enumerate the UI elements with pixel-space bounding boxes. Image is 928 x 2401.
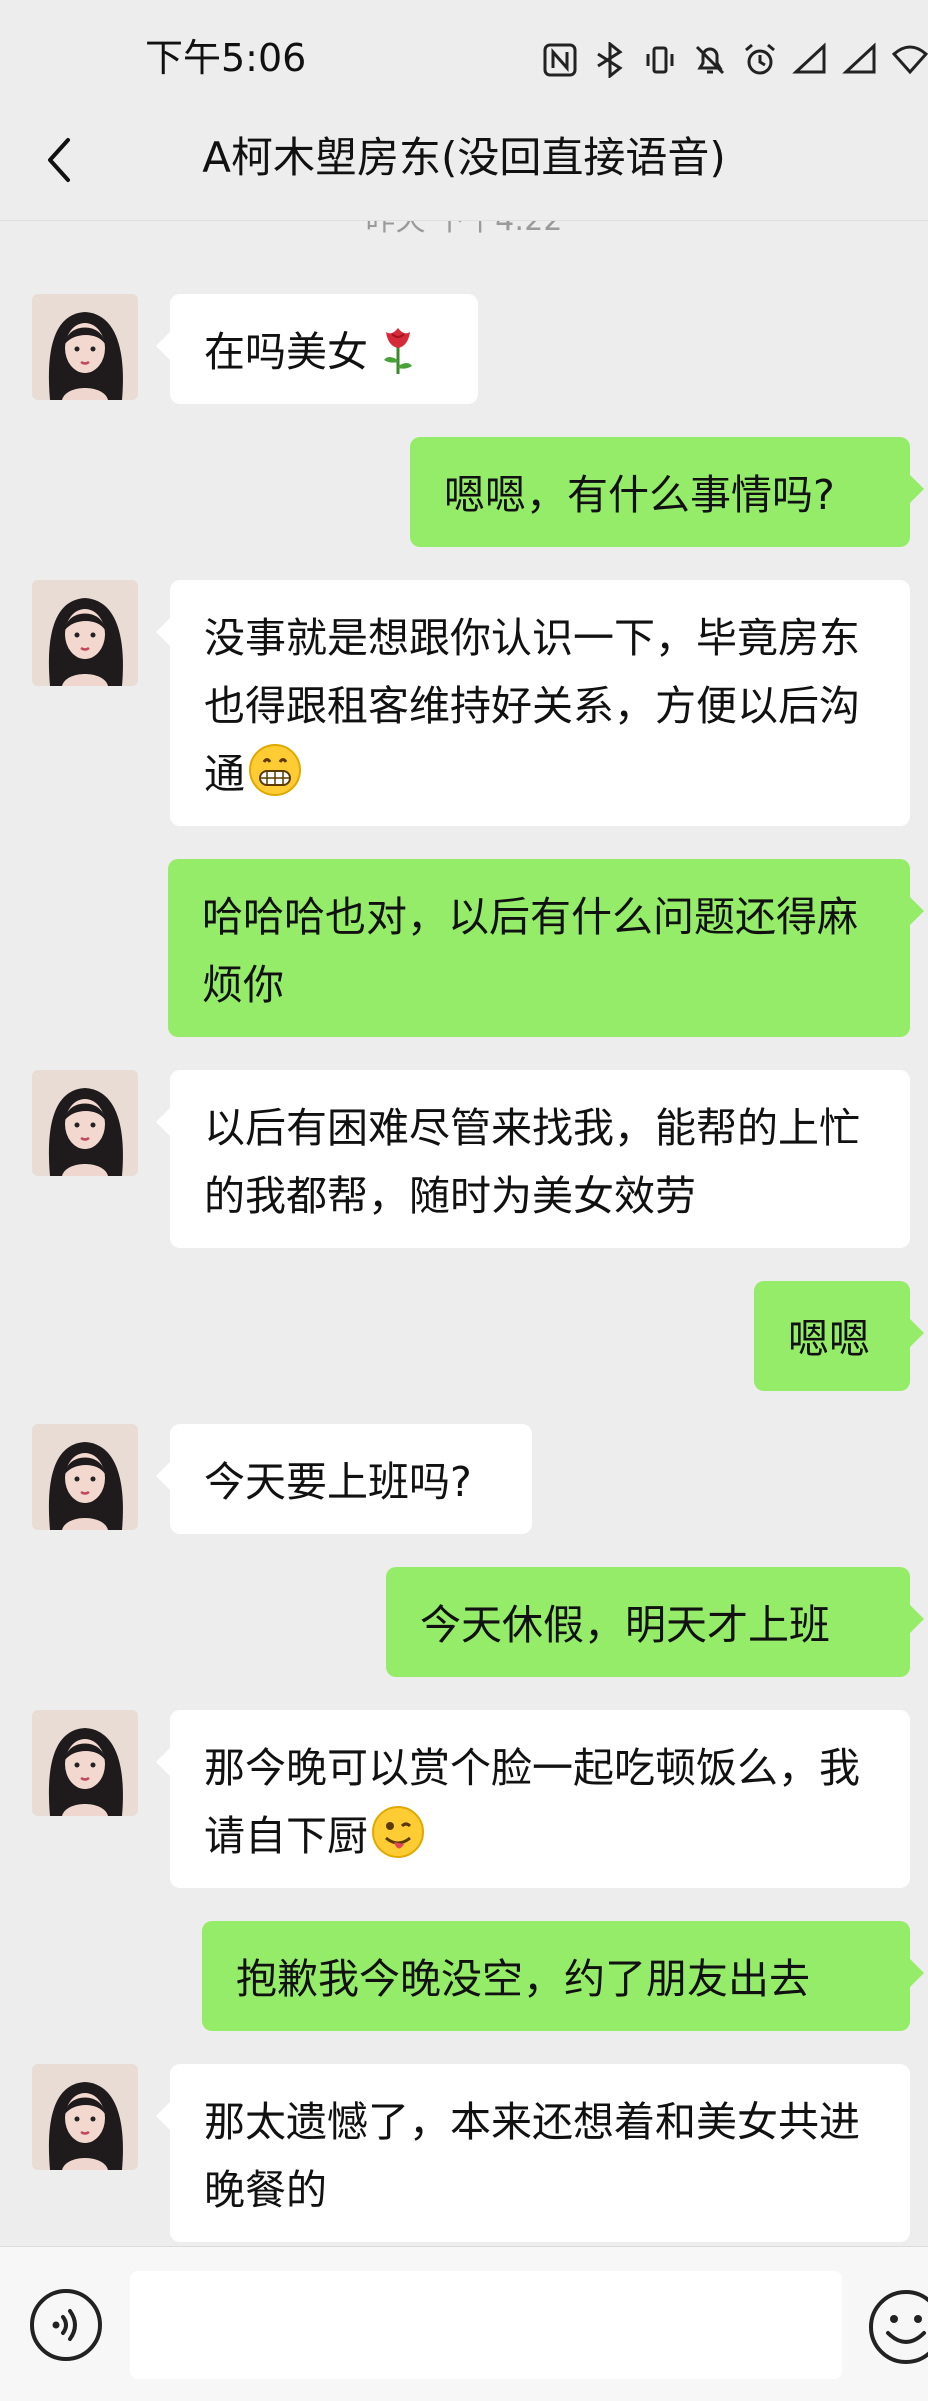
message-text: 今天要上班吗? (204, 1458, 472, 1506)
contact-avatar[interactable] (32, 1070, 138, 1176)
message-list[interactable]: 昨天 下午4:22 在吗美女 嗯嗯，有什么事情吗? (0, 221, 928, 2246)
message-bubble-incoming[interactable]: 那太遗憾了，本来还想着和美女共进晚餐的 (156, 2064, 910, 2242)
message-text: 嗯嗯，有什么事情吗? (444, 471, 835, 519)
alarm-icon (742, 42, 778, 78)
status-icons (528, 38, 928, 82)
message-text: 在吗美女 (204, 328, 368, 376)
message-text: 以后有困难尽管来找我，能帮的上忙的我都帮，随时为美女效劳 (204, 1104, 860, 1220)
contact-avatar[interactable] (32, 2064, 138, 2170)
message-text: 那太遗憾了，本来还想着和美女共进晚餐的 (204, 2098, 860, 2214)
message-bubble-incoming[interactable]: 以后有困难尽管来找我，能帮的上忙的我都帮，随时为美女效劳 (156, 1070, 910, 1248)
emoji-icon (869, 2290, 928, 2364)
contact-avatar[interactable] (32, 1710, 138, 1816)
input-bar (0, 2246, 928, 2401)
message-input[interactable] (130, 2271, 842, 2379)
rose-emoji-icon (370, 320, 426, 376)
message-bubble-incoming[interactable]: 没事就是想跟你认识一下，毕竟房东也得跟租客维持好关系，方便以后沟通 (156, 580, 910, 826)
message-bubble-incoming[interactable]: 在吗美女 (156, 294, 478, 404)
nfc-icon (542, 42, 578, 78)
grin-emoji-icon (247, 742, 303, 798)
wink-tongue-emoji-icon (370, 1804, 426, 1860)
message-text: 哈哈哈也对，以后有什么问题还得麻烦你 (202, 893, 858, 1009)
title-bar: A柯木塱房东(没回直接语音) (0, 100, 928, 221)
voice-icon (30, 2289, 102, 2361)
signal-icon-2 (842, 42, 878, 78)
message-bubble-incoming[interactable]: 今天要上班吗? (156, 1424, 532, 1534)
contact-avatar[interactable] (32, 1424, 138, 1530)
message-bubble-outgoing[interactable]: 嗯嗯 (754, 1281, 924, 1391)
message-bubble-outgoing[interactable]: 嗯嗯，有什么事情吗? (410, 437, 924, 547)
message-text: 今天休假，明天才上班 (420, 1601, 830, 1649)
bluetooth-icon (592, 42, 628, 78)
message-text: 抱歉我今晚没空，约了朋友出去 (236, 1955, 810, 2003)
status-time: 下午5:06 (145, 36, 307, 80)
message-text: 嗯嗯 (788, 1315, 870, 1363)
vibrate-icon (642, 42, 678, 78)
message-text: 那今晚可以赏个脸一起吃顿饭么，我请自下厨 (204, 1744, 860, 1860)
message-bubble-outgoing[interactable]: 哈哈哈也对，以后有什么问题还得麻烦你 (168, 859, 924, 1037)
mute-bell-icon (692, 42, 728, 78)
wifi-icon (892, 42, 928, 78)
signal-icon (792, 42, 828, 78)
message-bubble-incoming[interactable]: 那今晚可以赏个脸一起吃顿饭么，我请自下厨 (156, 1710, 910, 1888)
chat-title: A柯木塱房东(没回直接语音) (202, 133, 726, 182)
message-bubble-outgoing[interactable]: 抱歉我今晚没空，约了朋友出去 (202, 1921, 924, 2031)
contact-avatar[interactable] (32, 294, 138, 400)
voice-button[interactable] (28, 2287, 104, 2363)
emoji-button[interactable] (866, 2287, 928, 2367)
message-bubble-outgoing[interactable]: 今天休假，明天才上班 (386, 1567, 924, 1677)
contact-avatar[interactable] (32, 580, 138, 686)
message-timestamp: 昨天 下午4:22 (0, 221, 928, 241)
